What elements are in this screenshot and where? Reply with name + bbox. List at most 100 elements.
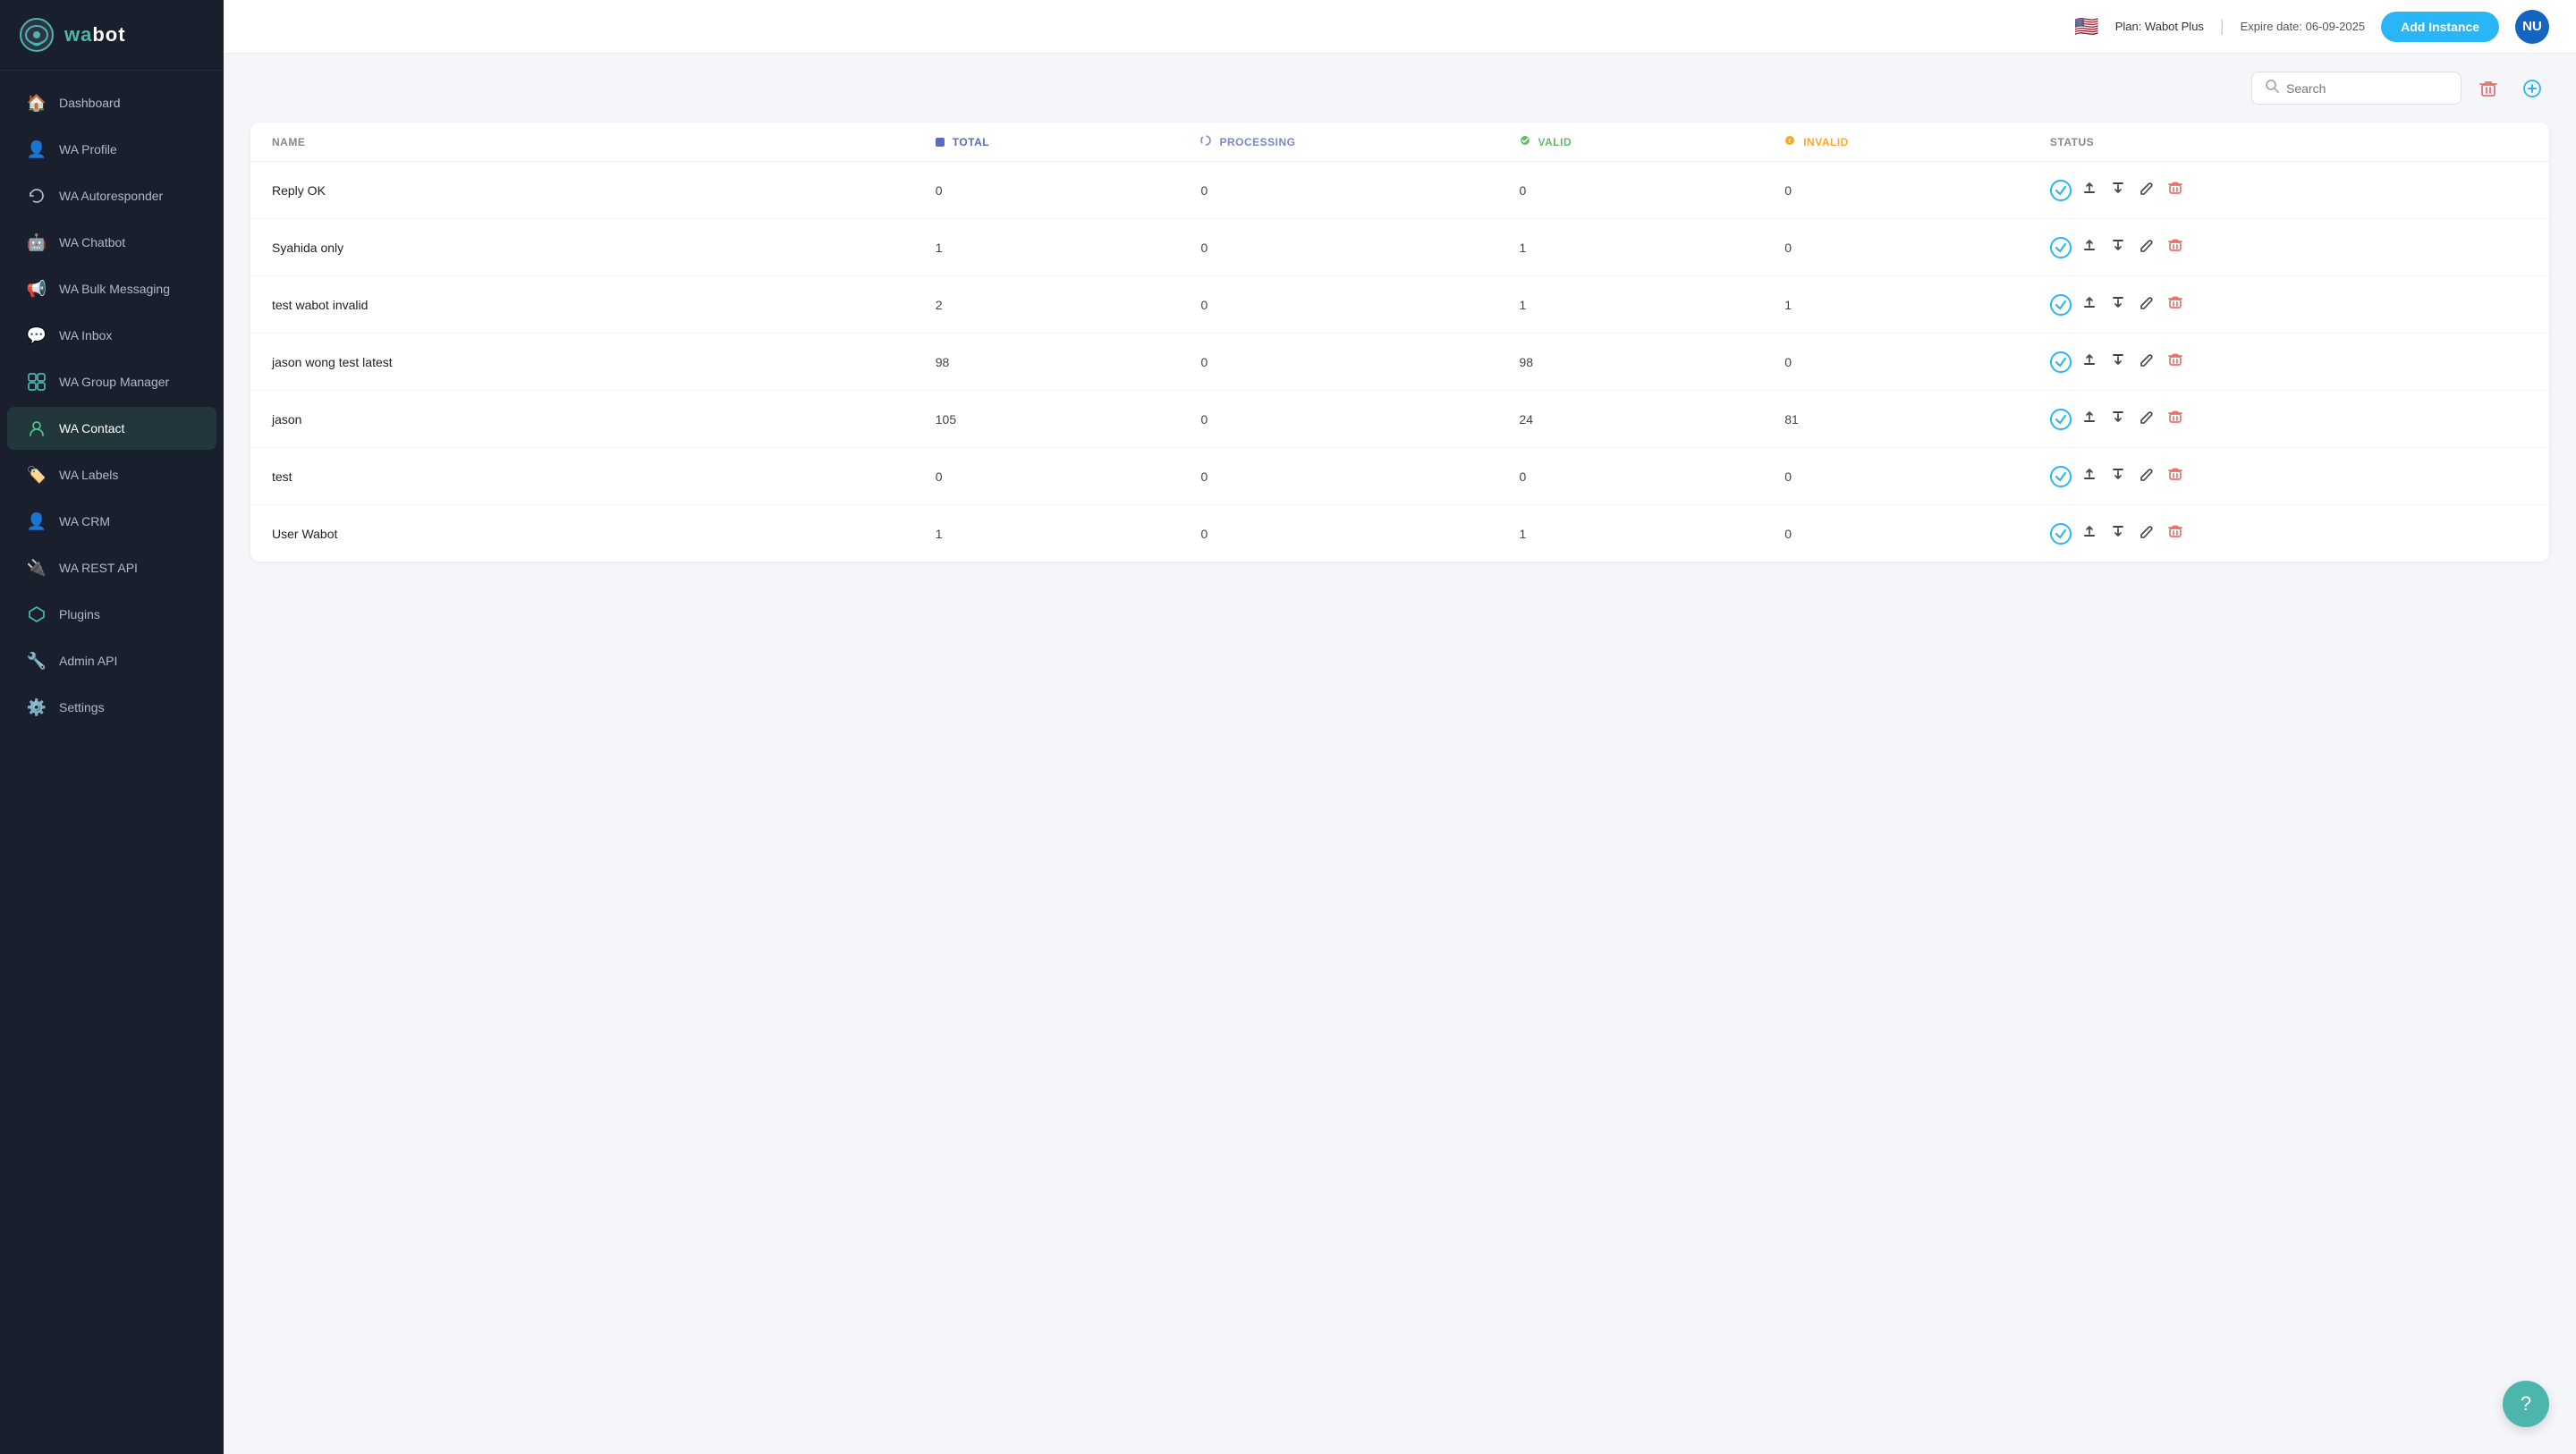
sidebar-item-label: Dashboard	[59, 96, 121, 110]
row-delete-icon[interactable]	[2165, 292, 2186, 317]
search-input[interactable]	[2286, 81, 2448, 96]
sidebar-item-wa-bulk-messaging[interactable]: 📢 WA Bulk Messaging	[7, 267, 216, 310]
edit-icon[interactable]	[2136, 521, 2157, 545]
row-delete-icon[interactable]	[2165, 407, 2186, 431]
row-processing: 0	[1200, 183, 1519, 198]
logo-icon	[18, 16, 55, 54]
sidebar-item-label: WA Bulk Messaging	[59, 282, 170, 296]
sidebar-item-wa-rest-api[interactable]: 🔌 WA REST API	[7, 546, 216, 589]
upload-icon[interactable]	[2079, 350, 2100, 374]
row-total: 98	[936, 355, 1201, 369]
sidebar-item-wa-inbox[interactable]: 💬 WA Inbox	[7, 314, 216, 357]
add-button[interactable]	[2515, 73, 2549, 104]
upload-icon[interactable]	[2079, 178, 2100, 202]
row-actions	[2050, 292, 2528, 317]
sidebar-item-dashboard[interactable]: 🏠 Dashboard	[7, 81, 216, 124]
sidebar-item-wa-labels[interactable]: 🏷️ WA Labels	[7, 453, 216, 496]
top-header: 🇺🇸 Plan: Wabot Plus | Expire date: 06-09…	[224, 0, 2576, 54]
row-name: User Wabot	[272, 527, 936, 541]
row-actions	[2050, 521, 2528, 545]
row-delete-icon[interactable]	[2165, 235, 2186, 259]
sidebar-item-wa-autoresponder[interactable]: WA Autoresponder	[7, 174, 216, 217]
sidebar-item-label: WA Chatbot	[59, 235, 125, 249]
table-row: jason 105 0 24 81	[250, 391, 2549, 448]
sidebar-item-wa-contact[interactable]: WA Contact	[7, 407, 216, 450]
sidebar-item-label: Admin API	[59, 654, 117, 668]
download-icon[interactable]	[2107, 178, 2129, 202]
th-invalid: ! INVALID	[1784, 135, 2050, 148]
row-invalid: 81	[1784, 412, 2050, 427]
edit-icon[interactable]	[2136, 235, 2157, 259]
sidebar-item-wa-group-manager[interactable]: WA Group Manager	[7, 360, 216, 403]
add-instance-button[interactable]: Add Instance	[2381, 12, 2499, 42]
edit-icon[interactable]	[2136, 350, 2157, 374]
download-icon[interactable]	[2107, 464, 2129, 488]
download-icon[interactable]	[2107, 407, 2129, 431]
row-invalid: 0	[1784, 355, 2050, 369]
row-actions	[2050, 464, 2528, 488]
help-button[interactable]: ?	[2503, 1381, 2549, 1427]
row-delete-icon[interactable]	[2165, 521, 2186, 545]
search-bar-row	[250, 72, 2549, 105]
row-delete-icon[interactable]	[2165, 350, 2186, 374]
row-processing: 0	[1200, 527, 1519, 541]
sidebar-item-settings[interactable]: ⚙️ Settings	[7, 686, 216, 729]
search-wrapper	[2251, 72, 2462, 105]
edit-icon[interactable]	[2136, 292, 2157, 317]
download-icon[interactable]	[2107, 292, 2129, 317]
sidebar-item-wa-chatbot[interactable]: 🤖 WA Chatbot	[7, 221, 216, 264]
table-row: Reply OK 0 0 0 0	[250, 162, 2549, 219]
edit-icon[interactable]	[2136, 464, 2157, 488]
upload-icon[interactable]	[2079, 464, 2100, 488]
plan-label: Plan: Wabot Plus	[2115, 20, 2204, 33]
row-delete-icon[interactable]	[2165, 464, 2186, 488]
help-icon: ?	[2521, 1392, 2531, 1416]
table-row: Syahida only 1 0 1 0	[250, 219, 2549, 276]
row-valid: 24	[1520, 412, 1785, 427]
download-icon[interactable]	[2107, 350, 2129, 374]
status-check-icon	[2050, 466, 2072, 487]
sidebar-item-label: WA Autoresponder	[59, 189, 163, 203]
sidebar-item-wa-profile[interactable]: 👤 WA Profile	[7, 128, 216, 171]
plugins-icon	[27, 604, 47, 624]
sidebar-nav: 🏠 Dashboard 👤 WA Profile WA Autoresponde…	[0, 71, 224, 1454]
edit-icon[interactable]	[2136, 407, 2157, 431]
row-delete-icon[interactable]	[2165, 178, 2186, 202]
sidebar-item-label: Plugins	[59, 607, 100, 621]
expire-label: Expire date: 06-09-2025	[2241, 20, 2365, 33]
row-processing: 0	[1200, 355, 1519, 369]
delete-button[interactable]	[2472, 74, 2504, 103]
table-header: NAME TOTAL PROCESSING VALID	[250, 123, 2549, 162]
sidebar-item-admin-api[interactable]: 🔧 Admin API	[7, 639, 216, 682]
row-invalid: 0	[1784, 183, 2050, 198]
sidebar-item-wa-crm[interactable]: 👤 WA CRM	[7, 500, 216, 543]
download-icon[interactable]	[2107, 521, 2129, 545]
upload-icon[interactable]	[2079, 407, 2100, 431]
contact-table: NAME TOTAL PROCESSING VALID	[250, 123, 2549, 562]
sidebar-item-label: WA Inbox	[59, 328, 112, 342]
header-divider: |	[2220, 17, 2224, 36]
search-icon	[2265, 79, 2279, 97]
edit-icon[interactable]	[2136, 178, 2157, 202]
wa-autoresponder-icon	[27, 186, 47, 206]
row-valid: 0	[1520, 469, 1785, 484]
wa-crm-icon: 👤	[27, 511, 47, 531]
row-total: 0	[936, 469, 1201, 484]
row-valid: 1	[1520, 241, 1785, 255]
row-total: 105	[936, 412, 1201, 427]
row-total: 2	[936, 298, 1201, 312]
upload-icon[interactable]	[2079, 235, 2100, 259]
row-invalid: 0	[1784, 241, 2050, 255]
wa-labels-icon: 🏷️	[27, 465, 47, 485]
download-icon[interactable]	[2107, 235, 2129, 259]
sidebar-item-label: WA CRM	[59, 514, 110, 528]
sidebar-item-plugins[interactable]: Plugins	[7, 593, 216, 636]
row-name: test	[272, 469, 936, 484]
upload-icon[interactable]	[2079, 521, 2100, 545]
main-content: 🇺🇸 Plan: Wabot Plus | Expire date: 06-09…	[224, 0, 2576, 1454]
table-body: Reply OK 0 0 0 0	[250, 162, 2549, 562]
row-actions	[2050, 235, 2528, 259]
dashboard-icon: 🏠	[27, 93, 47, 113]
row-invalid: 1	[1784, 298, 2050, 312]
upload-icon[interactable]	[2079, 292, 2100, 317]
